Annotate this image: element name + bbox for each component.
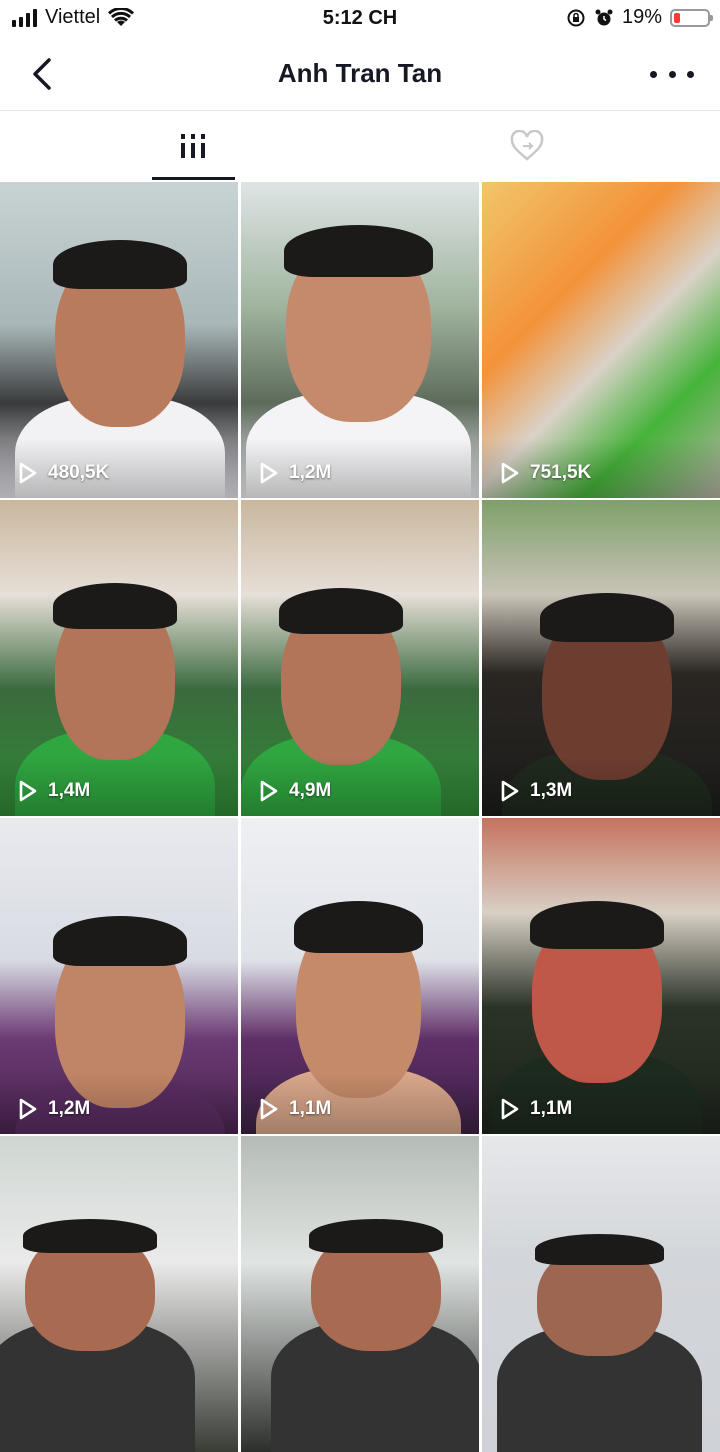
thumbnail-hair bbox=[535, 1234, 664, 1265]
view-count: 1,4M bbox=[18, 780, 90, 802]
view-count-label: 480,5K bbox=[48, 462, 110, 483]
view-count: 4,9M bbox=[259, 780, 331, 802]
tab-liked[interactable] bbox=[347, 111, 707, 181]
view-count-label: 751,5K bbox=[530, 462, 592, 483]
play-icon bbox=[19, 462, 37, 484]
grid-icon bbox=[181, 134, 205, 158]
play-icon bbox=[501, 780, 519, 802]
thumbnail-hair bbox=[53, 916, 187, 966]
thumbnail-hair bbox=[53, 240, 187, 289]
more-options-button[interactable] bbox=[650, 58, 694, 90]
view-count-label: 4,9M bbox=[289, 780, 332, 801]
rotation-lock-icon bbox=[567, 9, 585, 26]
video-thumbnail[interactable] bbox=[241, 1136, 479, 1452]
view-count-label: 1,1M bbox=[289, 1098, 332, 1119]
play-icon bbox=[19, 780, 37, 802]
video-thumbnail[interactable] bbox=[0, 1136, 238, 1452]
video-thumbnail[interactable]: 1,4M bbox=[0, 500, 238, 816]
view-count-label: 1,4M bbox=[48, 780, 91, 801]
status-right: 19% bbox=[566, 6, 713, 29]
thumbnail-hair bbox=[279, 588, 403, 634]
nav-header: Anh Tran Tan bbox=[0, 38, 720, 111]
liked-heart-icon bbox=[510, 130, 544, 161]
video-thumbnail[interactable]: 1,1M bbox=[482, 818, 720, 1134]
video-thumbnail[interactable]: 1,1M bbox=[241, 818, 479, 1134]
view-count: 480,5K bbox=[18, 462, 109, 484]
view-count-label: 1,1M bbox=[530, 1098, 573, 1119]
view-count: 1,3M bbox=[500, 780, 572, 802]
profile-tabs bbox=[0, 111, 720, 181]
active-tab-indicator bbox=[152, 177, 235, 180]
more-horizontal-icon bbox=[650, 70, 657, 78]
view-count: 1,2M bbox=[259, 462, 331, 484]
view-count: 1,1M bbox=[259, 1098, 331, 1120]
battery-icon bbox=[670, 8, 713, 27]
thumbnail-hair bbox=[284, 225, 433, 277]
play-icon bbox=[501, 1098, 519, 1120]
play-icon bbox=[260, 462, 278, 484]
thumbnail-hair bbox=[294, 901, 423, 953]
tab-videos[interactable] bbox=[13, 111, 373, 181]
view-count-label: 1,2M bbox=[289, 462, 332, 483]
video-thumbnail[interactable]: 1,2M bbox=[241, 182, 479, 498]
page-title: Anh Tran Tan bbox=[277, 58, 443, 88]
thumbnail-hair bbox=[309, 1219, 443, 1253]
video-thumbnail[interactable]: 4,9M bbox=[241, 500, 479, 816]
play-icon bbox=[260, 1098, 278, 1120]
view-count-label: 1,3M bbox=[530, 780, 573, 801]
video-grid: 480,5K 1,2M 751,5K 1,4M 4,9M 1,3M 1,2M 1,1M 1,1M bbox=[0, 182, 720, 1452]
video-thumbnail[interactable]: 1,3M bbox=[482, 500, 720, 816]
alarm-icon bbox=[595, 9, 613, 25]
video-thumbnail[interactable] bbox=[482, 1136, 720, 1452]
battery-level-fill bbox=[674, 12, 680, 23]
thumbnail-hair bbox=[23, 1219, 157, 1253]
thumbnail-hair bbox=[53, 583, 177, 629]
battery-percent: 19% bbox=[621, 6, 662, 28]
video-thumbnail[interactable]: 751,5K bbox=[482, 182, 720, 498]
thumbnail-hair bbox=[530, 901, 664, 949]
video-thumbnail[interactable]: 480,5K bbox=[0, 182, 238, 498]
view-count-label: 1,2M bbox=[48, 1098, 91, 1119]
play-icon bbox=[501, 462, 519, 484]
thumbnail-hair bbox=[540, 593, 674, 642]
play-icon bbox=[19, 1098, 37, 1120]
video-thumbnail[interactable]: 1,2M bbox=[0, 818, 238, 1134]
status-bar: Viettel 5:12 CH 19% bbox=[0, 0, 720, 38]
view-count: 751,5K bbox=[500, 462, 591, 484]
play-icon bbox=[260, 780, 278, 802]
view-count: 1,1M bbox=[500, 1098, 572, 1120]
view-count: 1,2M bbox=[18, 1098, 90, 1120]
